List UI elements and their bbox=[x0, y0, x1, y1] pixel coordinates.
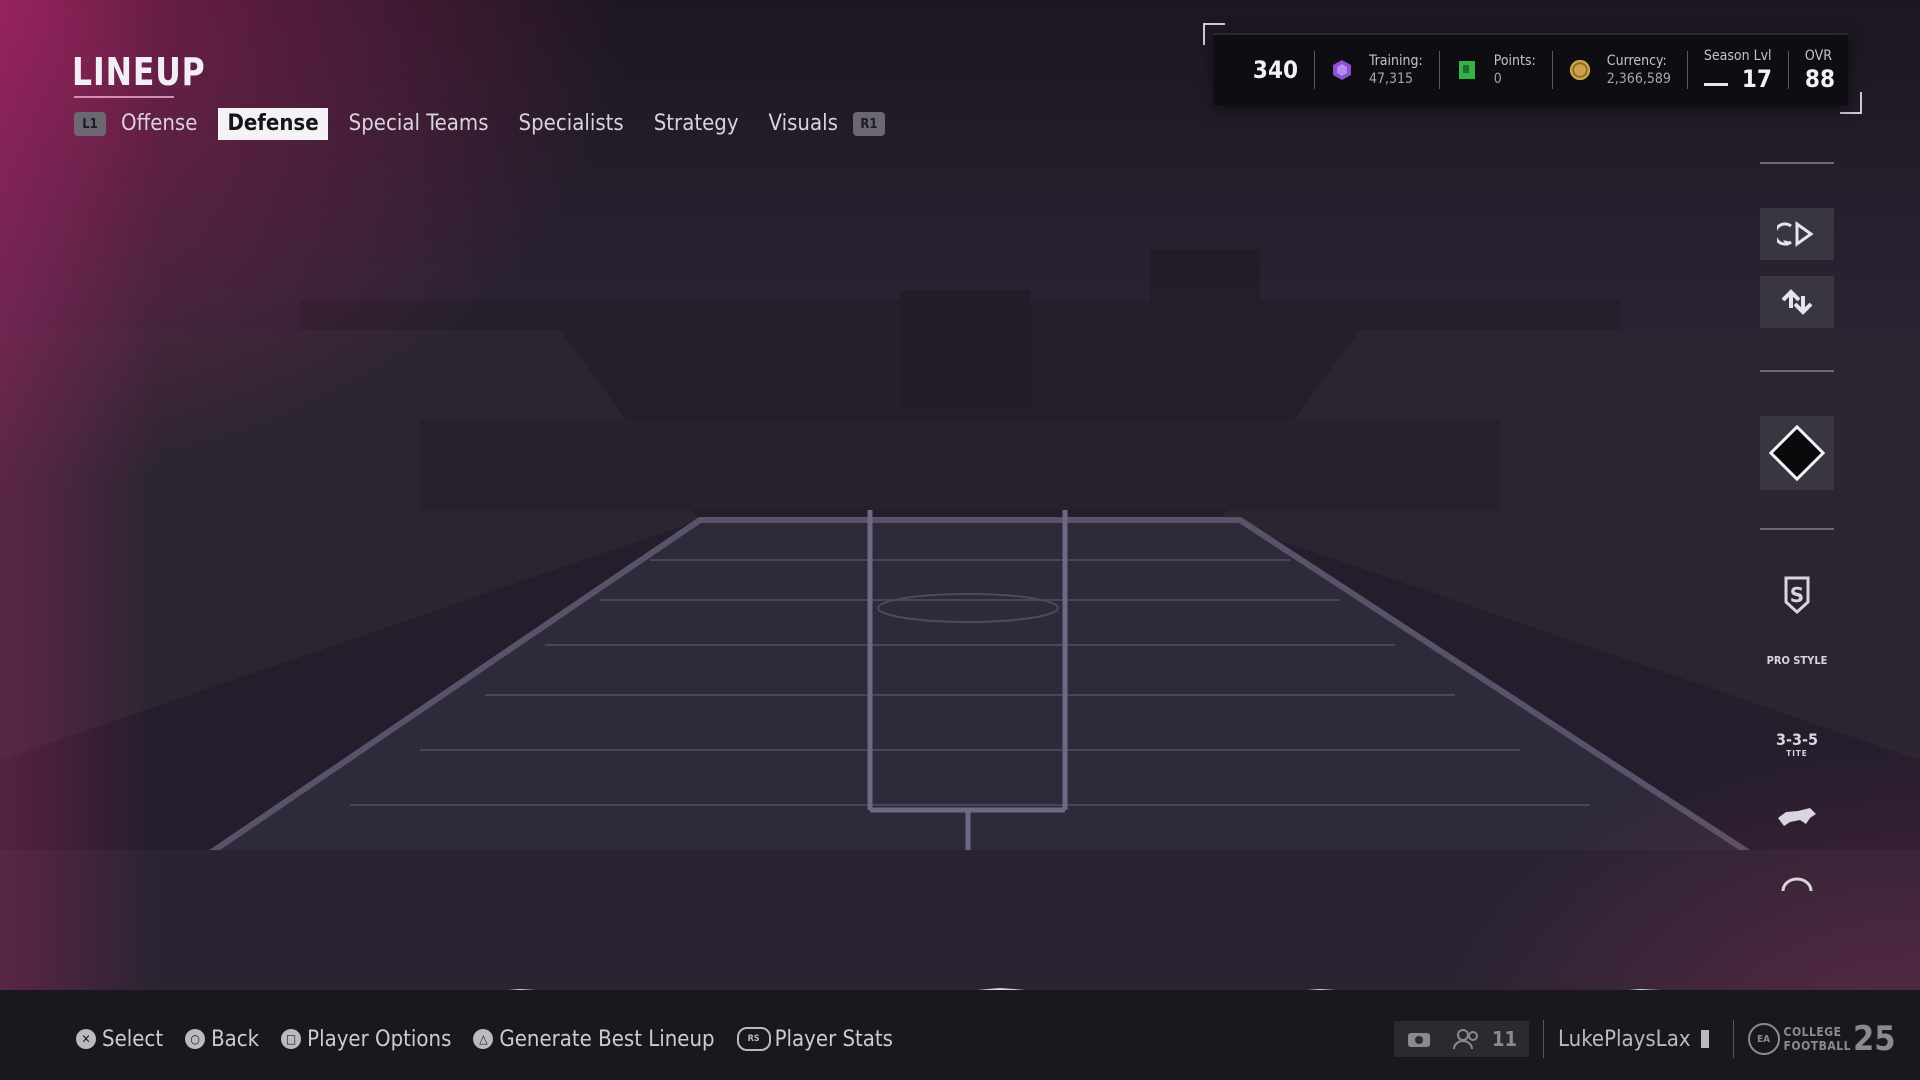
swap-arrows-icon bbox=[1781, 289, 1813, 315]
helmet-icon[interactable] bbox=[1760, 876, 1834, 895]
divider bbox=[1314, 51, 1315, 89]
resource-stat-bar: 340 Training: 47,315 Points: 0 Currency:… bbox=[1214, 33, 1848, 105]
stanford-logo-icon: S bbox=[1784, 576, 1810, 615]
mascot-icon[interactable] bbox=[1760, 806, 1834, 832]
right-stick-icon: RS bbox=[736, 1027, 771, 1051]
triangle-button-icon: △ bbox=[473, 1029, 494, 1049]
training-value: 47,315 bbox=[1369, 71, 1414, 87]
position-filter-button[interactable] bbox=[1760, 416, 1834, 490]
tab-special-teams[interactable]: Special Teams bbox=[340, 108, 498, 140]
hint-label: Player Options bbox=[307, 1026, 452, 1052]
season-dash-icon bbox=[1703, 82, 1728, 86]
flip-icon bbox=[1777, 221, 1814, 247]
currency-stat: Currency: 2,366,589 bbox=[1569, 52, 1671, 88]
rail-divider bbox=[1760, 528, 1834, 530]
hint-player-options[interactable]: □ Player Options bbox=[281, 1027, 451, 1052]
divider bbox=[1787, 51, 1789, 89]
defense-formation[interactable]: 3-3-5 bbox=[1760, 730, 1834, 749]
tab-visuals[interactable]: Visuals bbox=[760, 108, 847, 140]
footer-right: 11 LukePlaysLax EA COLLEGE FOOTBALL 25 bbox=[1394, 1018, 1896, 1060]
hint-label: Select bbox=[102, 1026, 164, 1052]
training-gem-icon bbox=[1331, 59, 1353, 81]
l1-bumper-icon[interactable]: L1 bbox=[74, 112, 106, 136]
gamertag: LukePlaysLax bbox=[1558, 1026, 1691, 1052]
hint-select[interactable]: ✕ Select bbox=[76, 1027, 163, 1052]
circle-button-icon: ○ bbox=[185, 1029, 206, 1049]
currency-label: Currency: bbox=[1606, 53, 1667, 69]
square-button-icon: □ bbox=[281, 1029, 302, 1049]
hint-label: Generate Best Lineup bbox=[499, 1026, 715, 1052]
party-indicator[interactable]: 11 bbox=[1394, 1021, 1530, 1057]
hint-generate-best-lineup[interactable]: △ Generate Best Lineup bbox=[473, 1026, 715, 1052]
formation-subtype: TITE bbox=[1786, 749, 1808, 758]
logo-line-2: FOOTBALL bbox=[1783, 1039, 1851, 1053]
diamond-icon bbox=[1768, 424, 1826, 482]
rail-divider bbox=[1760, 162, 1834, 164]
svg-text:S: S bbox=[1790, 583, 1804, 607]
offense-style[interactable]: PRO STYLE bbox=[1760, 655, 1834, 667]
season-value: 17 bbox=[1741, 65, 1772, 93]
logo-line-1: COLLEGE bbox=[1783, 1025, 1842, 1039]
tab-defense[interactable]: Defense bbox=[218, 108, 328, 140]
coin-icon bbox=[1569, 59, 1591, 81]
page-title: LINEUP bbox=[72, 50, 206, 94]
training-label: Training: bbox=[1369, 53, 1423, 69]
ovr-stat: OVR 88 bbox=[1805, 47, 1835, 93]
divider bbox=[1686, 51, 1688, 89]
team-value: 340 bbox=[1252, 56, 1298, 84]
rail-divider bbox=[1760, 370, 1834, 372]
people-icon bbox=[1453, 1029, 1478, 1050]
cross-button-icon: ✕ bbox=[76, 1029, 96, 1049]
status-bar-icon bbox=[1700, 1030, 1709, 1048]
team-logo[interactable]: S bbox=[1760, 576, 1834, 618]
divider bbox=[1543, 1020, 1545, 1058]
college-football-25-logo: EA COLLEGE FOOTBALL 25 bbox=[1747, 1019, 1896, 1059]
points-label: Points: bbox=[1493, 53, 1536, 69]
divider bbox=[1732, 1020, 1734, 1058]
currency-value: 2,366,589 bbox=[1606, 71, 1671, 87]
tab-offense[interactable]: Offense bbox=[112, 108, 206, 140]
season-label: Season Lvl bbox=[1703, 48, 1772, 64]
ovr-value: 88 bbox=[1804, 65, 1835, 93]
r1-bumper-icon[interactable]: R1 bbox=[852, 112, 885, 136]
hint-label: Back bbox=[211, 1026, 260, 1052]
hint-label: Player Stats bbox=[774, 1026, 893, 1052]
stadium-illustration bbox=[0, 0, 1920, 1080]
title-underline bbox=[74, 96, 174, 98]
logo-number: 25 bbox=[1852, 1019, 1896, 1059]
ea-logo-icon: EA bbox=[1747, 1023, 1780, 1055]
divider bbox=[1438, 51, 1440, 89]
tab-strategy[interactable]: Strategy bbox=[645, 108, 748, 140]
party-count: 11 bbox=[1492, 1027, 1518, 1051]
camera-icon bbox=[1408, 1033, 1430, 1047]
season-level-stat: Season Lvl 17 bbox=[1703, 47, 1772, 93]
hint-player-stats[interactable]: RS Player Stats bbox=[736, 1026, 893, 1052]
divider bbox=[1551, 51, 1553, 89]
ovr-label: OVR bbox=[1804, 48, 1832, 64]
points-stat: Points: 0 bbox=[1456, 52, 1536, 88]
training-stat: Training: 47,315 bbox=[1331, 52, 1423, 88]
swap-button[interactable] bbox=[1760, 276, 1834, 328]
button-hints: ✕ Select ○ Back □ Player Options △ Gener… bbox=[76, 1022, 915, 1056]
tab-specialists[interactable]: Specialists bbox=[510, 108, 633, 140]
hint-back[interactable]: ○ Back bbox=[185, 1027, 259, 1052]
stadium-background bbox=[0, 0, 1920, 1080]
lineup-tabs: L1 Offense Defense Special Teams Special… bbox=[74, 108, 885, 140]
points-card-icon bbox=[1456, 59, 1478, 81]
points-value: 0 bbox=[1493, 71, 1502, 87]
flip-play-button[interactable] bbox=[1760, 208, 1834, 260]
